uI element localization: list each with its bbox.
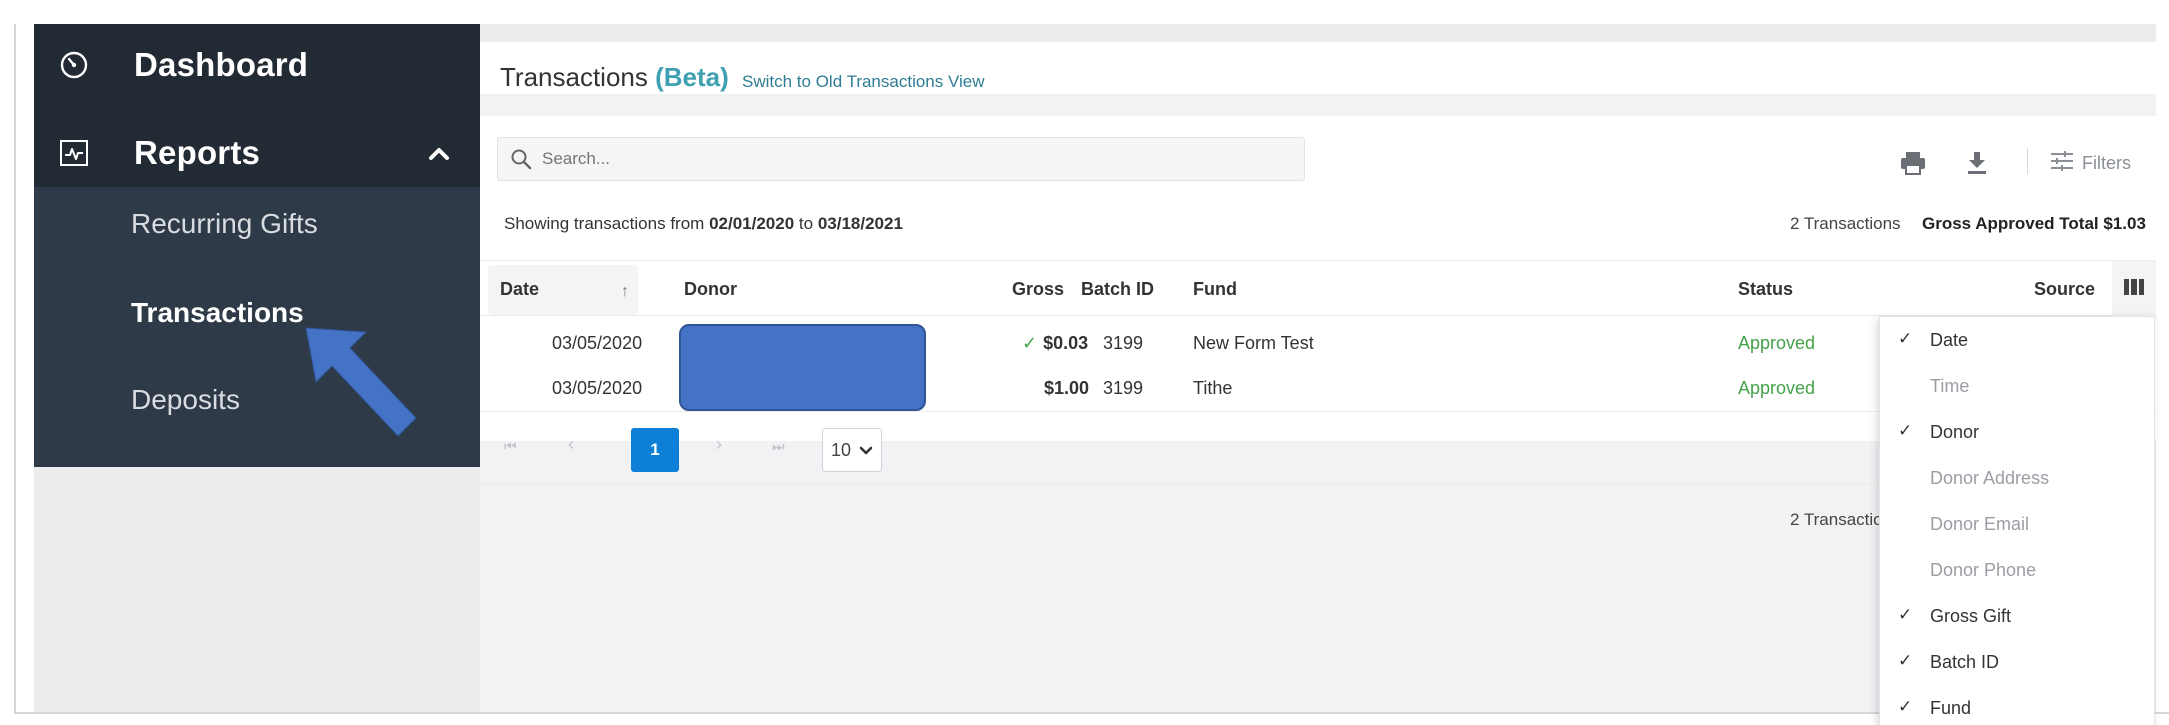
column-option-label: Donor	[1930, 422, 1980, 442]
column-option-label: Date	[1930, 330, 1969, 350]
cell-fund: New Form Test	[1193, 333, 1314, 353]
speedometer-icon	[58, 49, 90, 81]
page-size-select[interactable]: 10	[822, 428, 882, 472]
columns-icon	[2124, 278, 2144, 300]
sidebar-item-recurring-gifts[interactable]: Recurring Gifts	[131, 208, 318, 240]
sidebar-item-dashboard[interactable]: Dashboard	[34, 30, 480, 100]
check-icon: ✓	[1022, 333, 1038, 353]
column-header-gross[interactable]: Gross	[1012, 279, 1064, 300]
column-option-label: Donor Email	[1930, 514, 2030, 534]
chevron-up-icon[interactable]	[426, 140, 452, 166]
filters-icon	[2050, 150, 2074, 177]
last-page-button[interactable]: ⏭	[772, 438, 785, 455]
page-title-text: Transactions	[500, 62, 648, 92]
column-option-label: Fund	[1930, 698, 1972, 718]
donor-redaction-box	[679, 324, 926, 411]
cell-date: 03/05/2020	[552, 333, 643, 353]
sidebar-item-deposits[interactable]: Deposits	[131, 384, 240, 416]
download-icon[interactable]	[1966, 151, 1988, 180]
column-header-source[interactable]: Source	[2034, 279, 2095, 300]
column-option-donor-email[interactable]: Donor Email	[1880, 501, 2154, 547]
column-header-status[interactable]: Status	[1738, 279, 1793, 300]
switch-old-view-link[interactable]: Switch to Old Transactions View	[742, 72, 985, 92]
check-icon: ✓	[1898, 421, 1913, 440]
column-chooser-menu: ✓ Date Time ✓ Donor Donor Address Donor …	[1879, 316, 2155, 725]
cell-batch-id: 3199	[1103, 333, 1144, 353]
activity-chart-icon	[58, 137, 90, 169]
prev-page-button[interactable]: ‹	[568, 434, 574, 455]
filters-button[interactable]: Filters	[2050, 150, 2131, 177]
page-size-value: 10	[831, 439, 852, 460]
sort-ascending-icon: ↑	[621, 283, 629, 300]
gross-approved-total: Gross Approved Total $1.03	[1922, 214, 2146, 233]
beta-badge: (Beta)	[655, 62, 729, 92]
cell-gross: ✓ $0.03	[1022, 333, 1088, 354]
print-icon[interactable]	[1900, 151, 1926, 180]
column-option-donor-address[interactable]: Donor Address	[1880, 455, 2154, 501]
column-option-time[interactable]: Time	[1880, 363, 2154, 409]
date-from: 02/01/2020	[709, 214, 795, 233]
search-icon	[510, 148, 532, 175]
cell-batch-id: 3199	[1103, 378, 1144, 398]
date-range-summary: Showing transactions from 02/01/2020 to …	[504, 214, 903, 234]
column-header-batch-id[interactable]: Batch ID	[1081, 279, 1154, 300]
column-option-label: Time	[1930, 376, 1970, 396]
toolbar-divider	[2027, 148, 2028, 174]
annotation-arrow	[305, 327, 417, 437]
footer-transaction-count: 2 Transactio	[1790, 510, 1883, 529]
cell-status: Approved	[1738, 378, 1816, 398]
column-option-label: Gross Gift	[1930, 606, 2012, 626]
page-header: Transactions (Beta) Switch to Old Transa…	[480, 24, 2156, 94]
filters-label: Filters	[2082, 153, 2131, 173]
to-word: to	[798, 214, 814, 233]
column-header-date: Date	[500, 279, 540, 299]
column-option-donor[interactable]: ✓ Donor	[1880, 409, 2154, 455]
cell-fund: Tithe	[1193, 378, 1233, 398]
cell-date: 03/05/2020	[552, 378, 643, 398]
date-to: 03/18/2021	[817, 214, 903, 233]
sidebar: Dashboard Reports Recurring Gifts Transa…	[34, 24, 480, 714]
date-column-header[interactable]: Date ↑	[488, 265, 638, 315]
check-icon: ✓	[1898, 697, 1913, 716]
column-header-donor[interactable]: Donor	[684, 279, 737, 300]
page-1-button[interactable]: 1	[631, 428, 679, 472]
cell-status: Approved	[1738, 333, 1816, 353]
check-icon: ✓	[1898, 605, 1913, 624]
sidebar-item-label: Reports	[134, 134, 261, 171]
column-chooser-button[interactable]	[2112, 261, 2156, 317]
column-option-date[interactable]: ✓ Date	[1880, 317, 2154, 363]
column-option-donor-phone[interactable]: Donor Phone	[1880, 547, 2154, 593]
table-header: Date ↑ Donor Gross Batch ID Fund Status …	[480, 260, 2156, 317]
sidebar-item-transactions[interactable]: Transactions	[131, 297, 304, 329]
sidebar-item-reports[interactable]: Reports	[34, 118, 480, 188]
frame-bottom-border	[14, 712, 2169, 714]
gross-value: $0.03	[1043, 333, 1089, 353]
column-option-fund[interactable]: ✓ Fund	[1880, 685, 2154, 725]
transaction-count: 2 Transactions	[1790, 214, 1901, 233]
page-title: Transactions (Beta)	[500, 62, 729, 93]
showing-prefix: Showing transactions from	[504, 214, 705, 233]
column-option-label: Batch ID	[1930, 652, 2000, 672]
chevron-down-icon	[859, 440, 873, 461]
column-option-gross-gift[interactable]: ✓ Gross Gift	[1880, 593, 2154, 639]
search-input[interactable]	[542, 138, 1282, 180]
check-icon: ✓	[1898, 651, 1913, 670]
next-page-button[interactable]: ›	[716, 434, 722, 455]
cell-gross: $1.00	[1044, 378, 1090, 398]
column-option-label: Donor Address	[1930, 468, 2050, 488]
column-header-fund[interactable]: Fund	[1193, 279, 1237, 300]
column-option-label: Donor Phone	[1930, 560, 2037, 580]
check-icon: ✓	[1898, 329, 1913, 348]
sidebar-item-label: Dashboard	[134, 46, 309, 83]
first-page-button[interactable]: ⏮	[504, 438, 517, 455]
search-box[interactable]	[497, 137, 1305, 181]
app-frame: Dashboard Reports Recurring Gifts Transa…	[14, 24, 2156, 714]
column-option-batch-id[interactable]: ✓ Batch ID	[1880, 639, 2154, 685]
